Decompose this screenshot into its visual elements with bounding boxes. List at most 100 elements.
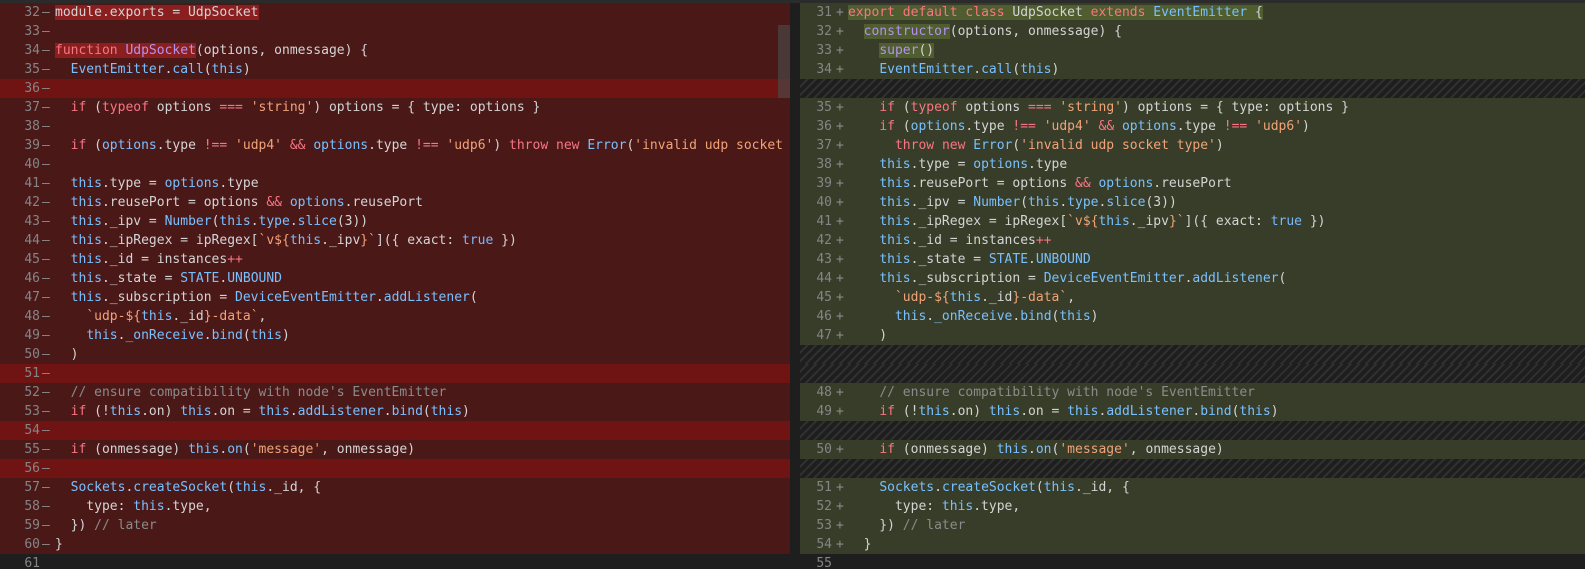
code-line[interactable]: 42— this.reusePort = options && options.… (0, 193, 790, 212)
code-line[interactable]: 39 + this.reusePort = options && options.… (800, 174, 1585, 193)
code-text[interactable]: EventEmitter.call(this) (848, 60, 1059, 79)
code-text[interactable]: this._onReceive.bind(this) (55, 326, 290, 345)
overview-scrollbar[interactable] (778, 25, 790, 98)
code-line[interactable]: 40 + this._ipv = Number(this.type.slice(3… (800, 193, 1585, 212)
code-text[interactable]: ) (848, 326, 887, 345)
code-line[interactable]: 35— EventEmitter.call(this) (0, 60, 790, 79)
code-text[interactable]: type: this.type, (848, 497, 1020, 516)
code-text[interactable]: if (typeof options === 'string') options… (848, 98, 1349, 117)
code-text[interactable]: `udp-${this._id}-data`, (848, 288, 1075, 307)
code-line[interactable]: 55— if (onmessage) this.on('message', on… (0, 440, 790, 459)
code-line[interactable]: 46 + this._onReceive.bind(this) (800, 307, 1585, 326)
code-line[interactable]: 34 + EventEmitter.call(this) (800, 60, 1585, 79)
code-text[interactable]: Sockets.createSocket(this._id, { (848, 478, 1129, 497)
code-line[interactable]: 39— if (options.type !== 'udp4' && optio… (0, 136, 790, 155)
code-text[interactable]: function UdpSocket(options, onmessage) { (55, 41, 368, 60)
code-text[interactable]: Sockets.createSocket(this._id, { (55, 478, 321, 497)
code-line[interactable]: 57— Sockets.createSocket(this._id, { (0, 478, 790, 497)
code-text[interactable]: this._id = instances++ (55, 250, 243, 269)
diff-modified-pane[interactable]: 31 + export default class UdpSocket extend… (800, 3, 1585, 569)
code-line[interactable]: 61 (0, 554, 790, 569)
diff-spacer-row[interactable] (800, 459, 1585, 478)
code-text[interactable]: } (55, 535, 63, 554)
code-text[interactable]: if (onmessage) this.on('message', onmess… (848, 440, 1223, 459)
code-text[interactable]: this._subscription = DeviceEventEmitter.… (848, 269, 1286, 288)
code-line[interactable]: 51— (0, 364, 790, 383)
code-line[interactable]: 53— if (!this.on) this.on = this.addList… (0, 402, 790, 421)
code-line[interactable]: 43— this._ipv = Number(this.type.slice(3… (0, 212, 790, 231)
code-text[interactable]: // ensure compatibility with node's Even… (55, 383, 447, 402)
code-line[interactable]: 44 + this._subscription = DeviceEventEmit… (800, 269, 1585, 288)
code-text[interactable]: this._ipRegex = ipRegex[`v${this._ipv}`]… (55, 231, 517, 250)
code-text[interactable]: EventEmitter.call(this) (55, 60, 251, 79)
code-line[interactable]: 33— (0, 22, 790, 41)
code-text[interactable]: type: this.type, (55, 497, 211, 516)
code-text[interactable]: if (onmessage) this.on('message', onmess… (55, 440, 415, 459)
code-text[interactable]: throw new Error('invalid udp socket type… (848, 136, 1224, 155)
code-line[interactable]: 41— this.type = options.type (0, 174, 790, 193)
code-text[interactable]: this.type = options.type (55, 174, 259, 193)
code-line[interactable]: 50 + if (onmessage) this.on('message', on… (800, 440, 1585, 459)
code-line[interactable]: 31 + export default class UdpSocket extend… (800, 3, 1585, 22)
code-line[interactable]: 45— this._id = instances++ (0, 250, 790, 269)
code-text[interactable]: if (typeof options === 'string') options… (55, 98, 541, 117)
code-line[interactable]: 42 + this._id = instances++ (800, 231, 1585, 250)
code-line[interactable]: 32 + constructor(options, onmessage) { (800, 22, 1585, 41)
code-text[interactable]: this.reusePort = options && options.reus… (848, 174, 1231, 193)
code-text[interactable]: this._state = STATE.UNBOUND (55, 269, 282, 288)
code-line[interactable]: 59— }) // later (0, 516, 790, 535)
code-text[interactable]: this.reusePort = options && options.reus… (55, 193, 423, 212)
code-text[interactable]: module.exports = UdpSocket (55, 3, 259, 22)
code-text[interactable]: if (options.type !== 'udp4' && options.t… (848, 117, 1310, 136)
diff-spacer-row[interactable] (800, 345, 1585, 364)
code-text[interactable]: super() (848, 41, 935, 60)
diff-divider[interactable] (790, 3, 800, 569)
code-text[interactable]: this._subscription = DeviceEventEmitter.… (55, 288, 478, 307)
code-line[interactable]: 50— ) (0, 345, 790, 364)
diff-original-pane[interactable]: 32— module.exports = UdpSocket 33—34— funct… (0, 3, 790, 569)
code-text[interactable]: this._ipRegex = ipRegex[`v${this._ipv}`]… (848, 212, 1325, 231)
code-line[interactable]: 43 + this._state = STATE.UNBOUND (800, 250, 1585, 269)
code-line[interactable]: 33 + super() (800, 41, 1585, 60)
code-line[interactable]: 34— function UdpSocket(options, onmessage… (0, 41, 790, 60)
code-line[interactable]: 53 + }) // later (800, 516, 1585, 535)
code-line[interactable]: 38— (0, 117, 790, 136)
code-text[interactable]: ) (55, 345, 79, 364)
code-text[interactable]: if (!this.on) this.on = this.addListener… (848, 402, 1278, 421)
code-line[interactable]: 49 + if (!this.on) this.on = this.addList… (800, 402, 1585, 421)
code-text[interactable]: export default class UdpSocket extends E… (848, 3, 1263, 22)
code-line[interactable]: 46— this._state = STATE.UNBOUND (0, 269, 790, 288)
code-line[interactable]: 56— (0, 459, 790, 478)
code-line[interactable]: 38 + this.type = options.type (800, 155, 1585, 174)
code-line[interactable]: 40— (0, 155, 790, 174)
code-line[interactable]: 48 + // ensure compatibility with node's … (800, 383, 1585, 402)
code-text[interactable]: this._ipv = Number(this.type.slice(3)) (848, 193, 1176, 212)
code-line[interactable]: 32— module.exports = UdpSocket (0, 3, 790, 22)
diff-spacer-row[interactable] (800, 364, 1585, 383)
code-line[interactable]: 37 + throw new Error('invalid udp socket … (800, 136, 1585, 155)
code-text[interactable]: this.type = options.type (848, 155, 1067, 174)
code-text[interactable]: this._id = instances++ (848, 231, 1051, 250)
code-text[interactable]: }) // later (848, 516, 965, 535)
code-text[interactable]: this._state = STATE.UNBOUND (848, 250, 1090, 269)
code-line[interactable]: 36— (0, 79, 790, 98)
code-line[interactable]: 45 + `udp-${this._id}-data`, (800, 288, 1585, 307)
code-line[interactable]: 60—} (0, 535, 790, 554)
code-line[interactable]: 51 + Sockets.createSocket(this._id, { (800, 478, 1585, 497)
code-line[interactable]: 58— type: this.type, (0, 497, 790, 516)
code-text[interactable]: `udp-${this._id}-data`, (55, 307, 266, 326)
code-line[interactable]: 36 + if (options.type !== 'udp4' && optio… (800, 117, 1585, 136)
code-text[interactable]: // ensure compatibility with node's Even… (848, 383, 1255, 402)
code-text[interactable]: this._onReceive.bind(this) (848, 307, 1099, 326)
code-text[interactable]: }) // later (55, 516, 157, 535)
code-text[interactable]: constructor(options, onmessage) { (848, 22, 1122, 41)
code-line[interactable]: 35 + if (typeof options === 'string') opt… (800, 98, 1585, 117)
code-line[interactable]: 54— (0, 421, 790, 440)
code-text[interactable]: this._ipv = Number(this.type.slice(3)) (55, 212, 368, 231)
code-line[interactable]: 47 + ) (800, 326, 1585, 345)
code-line[interactable]: 48— `udp-${this._id}-data`, (0, 307, 790, 326)
code-line[interactable]: 52— // ensure compatibility with node's … (0, 383, 790, 402)
code-line[interactable]: 44— this._ipRegex = ipRegex[`v${this._ip… (0, 231, 790, 250)
code-line[interactable]: 49— this._onReceive.bind(this) (0, 326, 790, 345)
code-line[interactable]: 54 + } (800, 535, 1585, 554)
